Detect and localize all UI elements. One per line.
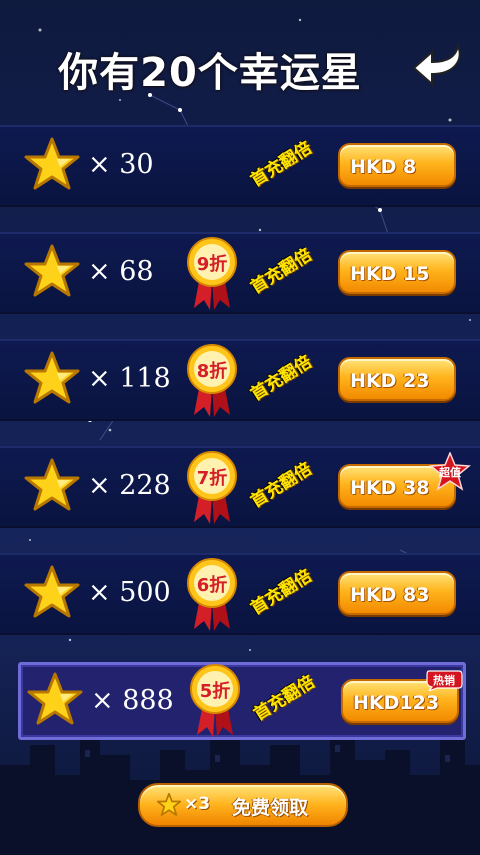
star-icon <box>27 672 83 725</box>
first-recharge-double-tag: 首充翻倍 <box>247 565 316 619</box>
discount-medal-icon: 9折 <box>186 236 238 312</box>
star-icon <box>156 792 182 816</box>
offer-row-highlighted: × 888 5折 首充翻倍 HKD123 热销 <box>18 662 466 740</box>
first-recharge-double-tag: 首充翻倍 <box>247 458 316 512</box>
first-recharge-double-tag: 首充翻倍 <box>247 351 316 405</box>
star-icon <box>24 351 80 404</box>
discount-label: 8折 <box>196 361 228 382</box>
badge-label: 热销 <box>433 674 455 687</box>
star-quantity: × 228 <box>88 470 171 501</box>
buy-button[interactable]: HKD 23 <box>338 357 456 401</box>
first-recharge-double-tag: 首充翻倍 <box>247 137 316 191</box>
star-icon <box>24 244 80 297</box>
free-star-quantity: ×3 <box>184 794 211 814</box>
free-claim-label: 免费领取 <box>232 797 309 819</box>
discount-medal-icon: 6折 <box>186 557 238 633</box>
star-quantity: × 68 <box>88 256 154 287</box>
free-claim-button[interactable]: ×3 免费领取 <box>138 783 348 827</box>
star-quantity: × 888 <box>91 685 174 716</box>
discount-medal-icon: 8折 <box>186 343 238 419</box>
star-icon <box>24 565 80 618</box>
star-icon <box>24 137 80 190</box>
buy-button[interactable]: HKD 8 <box>338 143 456 187</box>
offer-row: × 500 6折 首充翻倍 HKD 83 <box>0 553 480 635</box>
hot-sale-badge: 热销 <box>425 669 463 691</box>
back-button[interactable] <box>410 40 466 90</box>
star-quantity: × 500 <box>88 577 171 608</box>
offer-row: × 228 7折 首充翻倍 HKD 38 超值 <box>0 446 480 528</box>
badge-label: 超值 <box>439 466 461 479</box>
best-value-badge: 超值 <box>428 452 472 492</box>
page-title: 你有20个幸运星 <box>58 50 362 96</box>
offer-row: × 118 8折 首充翻倍 HKD 23 <box>0 339 480 421</box>
offer-row: × 30 首充翻倍 HKD 8 <box>0 125 480 207</box>
star-quantity: × 118 <box>88 363 171 394</box>
discount-medal-icon: 7折 <box>186 450 238 526</box>
discount-label: 6折 <box>196 575 228 596</box>
star-quantity: × 30 <box>88 149 154 180</box>
first-recharge-double-tag: 首充翻倍 <box>247 244 316 298</box>
back-arrow-icon <box>412 42 461 87</box>
offer-row: × 68 9折 首充翻倍 HKD 15 <box>0 232 480 314</box>
buy-button[interactable]: HKD 83 <box>338 571 456 615</box>
discount-medal-icon: 5折 <box>189 663 241 739</box>
first-recharge-double-tag: 首充翻倍 <box>250 671 319 725</box>
star-icon <box>24 458 80 511</box>
buy-button[interactable]: HKD 15 <box>338 250 456 294</box>
discount-label: 7折 <box>196 468 228 489</box>
discount-label: 9折 <box>196 254 228 275</box>
discount-label: 5折 <box>199 681 231 702</box>
